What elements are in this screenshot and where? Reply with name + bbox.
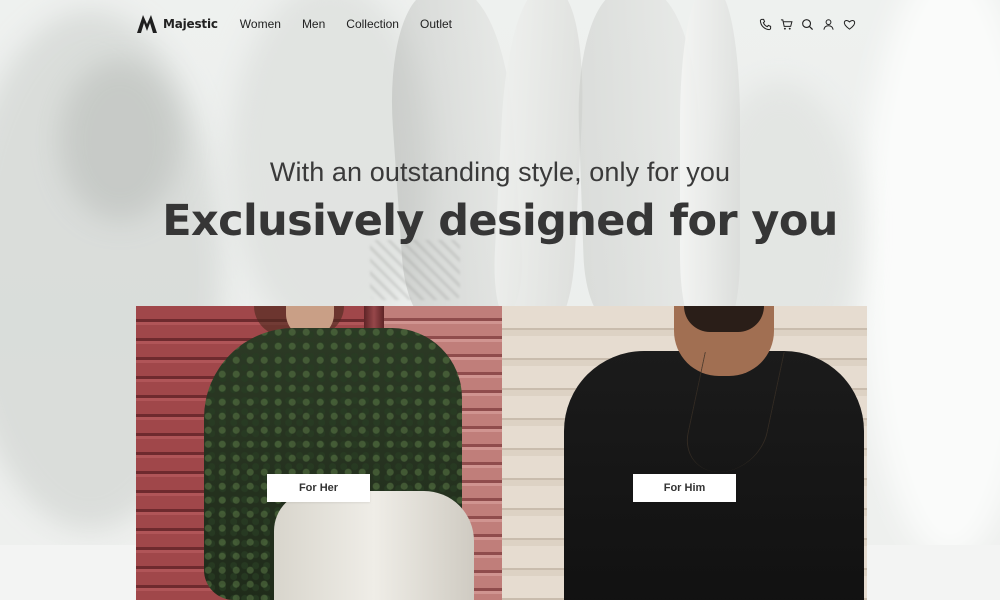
nav-item-outlet[interactable]: Outlet — [420, 17, 452, 31]
majestic-logo-icon — [137, 15, 157, 33]
main-menu: Women Men Collection Outlet — [240, 17, 473, 31]
category-card-her[interactable]: For Her — [136, 306, 502, 600]
user-icon[interactable] — [822, 18, 835, 31]
category-cards: For Her For Him — [136, 306, 867, 600]
search-icon[interactable] — [801, 18, 814, 31]
cart-icon[interactable] — [780, 18, 793, 31]
heart-icon[interactable] — [843, 18, 856, 31]
hero-tagline: With an outstanding style, only for you — [269, 157, 731, 187]
for-her-button[interactable]: For Her — [267, 474, 370, 502]
nav-item-men[interactable]: Men — [302, 17, 325, 31]
hero-headline: Exclusively designed for you — [162, 196, 838, 246]
phone-icon[interactable] — [759, 18, 772, 31]
top-navigation: Majestic Women Men Collection Outlet — [136, 12, 866, 36]
nav-item-women[interactable]: Women — [240, 17, 281, 31]
brand-logo-link[interactable]: Majestic — [136, 14, 218, 34]
header-icons — [759, 18, 856, 31]
nav-item-collection[interactable]: Collection — [346, 17, 399, 31]
category-card-him[interactable]: For Him — [502, 306, 867, 600]
brand-name: Majestic — [163, 17, 218, 31]
for-him-button[interactable]: For Him — [633, 474, 736, 502]
